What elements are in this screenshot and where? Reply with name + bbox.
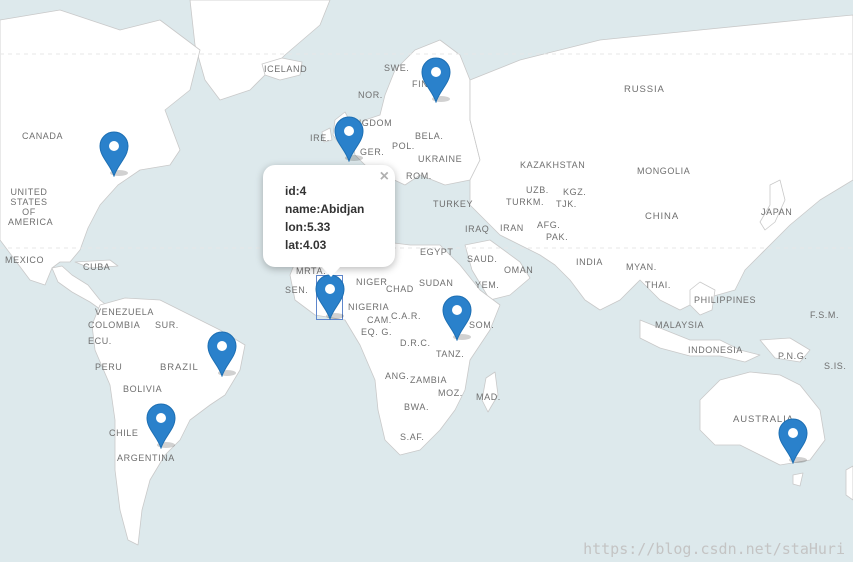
map-pin-icon xyxy=(778,418,808,464)
label-iceland: ICELAND xyxy=(264,64,308,74)
label-canada: CANADA xyxy=(22,131,64,141)
label-png: P.N.G. xyxy=(778,351,808,361)
label-poland: POL. xyxy=(392,141,415,151)
label-solomon-is: S.IS. xyxy=(824,361,847,371)
marker-pin-brazil[interactable] xyxy=(207,331,237,377)
label-colombia: COLOMBIA xyxy=(88,320,141,330)
label-belarus: BELA. xyxy=(415,131,444,141)
label-brazil: BRAZIL xyxy=(160,362,199,373)
label-japan: JAPAN xyxy=(761,207,793,217)
marker-pin-finland[interactable] xyxy=(421,57,451,103)
map-pin-icon xyxy=(146,403,176,449)
label-turkmenistan: TURKM. xyxy=(506,197,545,207)
label-venezuela: VENEZUELA xyxy=(95,307,154,317)
map-canvas[interactable]: ICELAND SWE. FIN. NOR. RUSSIA CANADA IRE… xyxy=(0,0,853,562)
label-india: INDIA xyxy=(576,257,604,267)
label-chad: CHAD xyxy=(386,284,414,294)
label-mozambique: MOZ. xyxy=(438,388,463,398)
label-argentina: ARGENTINA xyxy=(117,453,175,463)
label-russia: RUSSIA xyxy=(624,84,665,95)
marker-pin-uk[interactable] xyxy=(334,116,364,162)
popup-lon: lon:5.33 xyxy=(285,220,331,234)
label-romania: ROM. xyxy=(406,171,432,181)
label-norway: NOR. xyxy=(358,90,383,100)
label-car: C.A.R. xyxy=(391,311,422,321)
label-indonesia: INDONESIA xyxy=(688,345,743,355)
label-cuba: CUBA xyxy=(83,262,111,272)
label-oman: OMAN xyxy=(504,265,534,275)
label-iran: IRAN xyxy=(500,223,524,233)
marker-pin-australia[interactable] xyxy=(778,418,808,464)
label-angola: ANG. xyxy=(385,371,410,381)
marker-pin-usa[interactable] xyxy=(99,131,129,177)
map-pin-icon xyxy=(99,131,129,177)
label-mongolia: MONGOLIA xyxy=(637,166,691,176)
label-senegal: SEN. xyxy=(285,285,309,295)
label-afghanistan: AFG. xyxy=(537,220,561,230)
label-usa: UNITED STATES OF AMERICA xyxy=(8,187,54,227)
popup-lat: lat:4.03 xyxy=(285,238,327,252)
label-peru: PERU xyxy=(95,362,123,372)
label-saudi: SAUD. xyxy=(467,254,498,264)
label-nigeria: NIGERIA xyxy=(348,302,390,312)
marker-pin-abidjan[interactable] xyxy=(315,274,345,320)
label-niger: NIGER xyxy=(356,277,388,287)
label-china: CHINA xyxy=(645,211,680,222)
label-philippines: PHILIPPINES xyxy=(694,295,757,305)
map-pin-icon xyxy=(315,274,345,320)
marker-pin-argentina[interactable] xyxy=(146,403,176,449)
label-myanmar: MYAN. xyxy=(626,262,657,272)
label-turkey: TURKEY xyxy=(433,199,474,209)
label-madagascar: MAD. xyxy=(476,392,501,402)
label-ireland: IRE. xyxy=(310,133,330,143)
popup-name: name:Abidjan xyxy=(285,202,365,216)
label-malaysia: MALAYSIA xyxy=(655,320,705,330)
map-pin-icon xyxy=(207,331,237,377)
label-drc: D.R.C. xyxy=(400,338,431,348)
label-tajikistan: TJK. xyxy=(556,199,577,209)
marker-popup: × id:4 name:Abidjan lon:5.33 lat:4.03 xyxy=(263,165,395,277)
label-iraq: IRAQ xyxy=(465,224,490,234)
label-uzbekistan: UZB. xyxy=(526,185,549,195)
label-eq-guinea: EQ. G. xyxy=(361,327,393,337)
label-pakistan: PAK. xyxy=(546,232,569,242)
label-south-africa: S.AF. xyxy=(400,432,425,442)
map-pin-icon xyxy=(421,57,451,103)
label-egypt: EGYPT xyxy=(420,247,454,257)
label-botswana: BWA. xyxy=(404,402,430,412)
label-fsm: F.S.M. xyxy=(810,310,840,320)
label-somalia: SOM. xyxy=(469,320,495,330)
label-sweden: SWE. xyxy=(384,63,410,73)
label-ecuador: ECU. xyxy=(88,336,112,346)
label-kyrgyzstan: KGZ. xyxy=(563,187,587,197)
label-tanzania: TANZ. xyxy=(436,349,465,359)
map-pin-icon xyxy=(442,295,472,341)
label-suriname: SUR. xyxy=(155,320,179,330)
label-kazakhstan: KAZAKHSTAN xyxy=(520,160,586,170)
label-sudan: SUDAN xyxy=(419,278,454,288)
marker-pin-kenya[interactable] xyxy=(442,295,472,341)
popup-tip xyxy=(321,266,341,277)
popup-content: id:4 name:Abidjan lon:5.33 lat:4.03 xyxy=(285,182,364,254)
label-bolivia: BOLIVIA xyxy=(123,384,163,394)
label-thailand: THAI. xyxy=(645,280,672,290)
label-ukraine: UKRAINE xyxy=(418,154,463,164)
watermark: https://blog.csdn.net/staHuri xyxy=(583,540,845,558)
map-pin-icon xyxy=(334,116,364,162)
label-yemen: YEM. xyxy=(475,280,500,290)
label-chile: CHILE xyxy=(109,428,139,438)
label-mexico: MEXICO xyxy=(5,255,45,265)
label-cameroon: CAM. xyxy=(367,315,392,325)
popup-close-icon[interactable]: × xyxy=(380,168,389,186)
popup-id: id:4 xyxy=(285,184,307,198)
label-zambia: ZAMBIA xyxy=(410,375,448,385)
